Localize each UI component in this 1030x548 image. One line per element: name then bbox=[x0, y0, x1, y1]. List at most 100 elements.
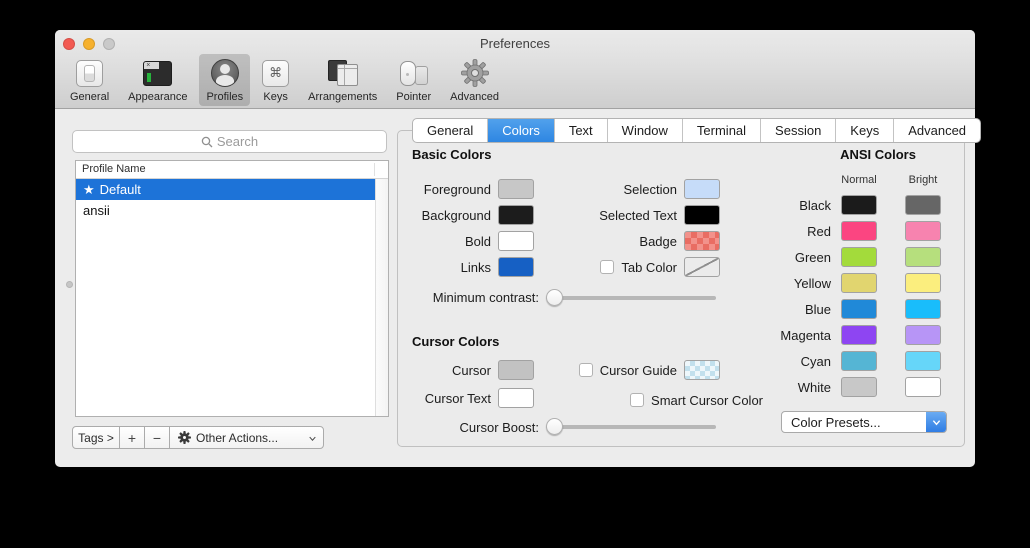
toolbar-item-advanced[interactable]: Advanced bbox=[443, 54, 506, 106]
ansi-yellow-normal-well[interactable] bbox=[841, 273, 877, 293]
star-icon: ★ bbox=[83, 182, 95, 198]
bold-row: Bold bbox=[412, 230, 534, 252]
minimum-contrast-label-row: Minimum contrast: bbox=[412, 286, 539, 308]
ansi-red-normal-well[interactable] bbox=[841, 221, 877, 241]
mouse-icon bbox=[400, 58, 428, 88]
profile-tabs: General Colors Text Window Terminal Sess… bbox=[412, 118, 981, 143]
badge-color-well[interactable] bbox=[684, 231, 720, 251]
command-key-icon: ⌘ bbox=[262, 58, 289, 88]
cursor-guide-checkbox[interactable] bbox=[579, 363, 593, 377]
search-icon bbox=[201, 136, 213, 148]
preferences-toolbar: General Appearance Profiles ⌘ Keys Arran… bbox=[63, 54, 506, 106]
cursor-text-row: Cursor Text bbox=[412, 387, 534, 409]
selection-color-well[interactable] bbox=[684, 179, 720, 199]
selected-text-color-well[interactable] bbox=[684, 205, 720, 225]
tab-terminal[interactable]: Terminal bbox=[682, 119, 760, 142]
minimum-contrast-slider[interactable] bbox=[546, 289, 716, 306]
profile-name: Default bbox=[100, 182, 141, 197]
chevron-down-icon bbox=[309, 435, 316, 442]
toolbar-item-appearance[interactable]: Appearance bbox=[121, 54, 194, 106]
tags-button[interactable]: Tags > bbox=[72, 426, 120, 449]
arrangements-icon bbox=[328, 58, 358, 88]
cursor-boost-label-row: Cursor Boost: bbox=[412, 416, 539, 438]
profile-row-default[interactable]: ★ Default bbox=[76, 179, 375, 200]
gear-icon bbox=[178, 431, 191, 444]
tab-color-well[interactable] bbox=[684, 257, 720, 277]
other-actions-dropdown[interactable]: Other Actions... bbox=[169, 426, 324, 449]
ansi-row-blue: Blue bbox=[751, 298, 941, 320]
background-color-well[interactable] bbox=[498, 205, 534, 225]
tab-color-row: Tab Color bbox=[578, 256, 720, 278]
color-presets-dropdown[interactable]: Color Presets... bbox=[781, 411, 947, 433]
ansi-cyan-bright-well[interactable] bbox=[905, 351, 941, 371]
ansi-black-normal-well[interactable] bbox=[841, 195, 877, 215]
ansi-row-magenta: Magenta bbox=[751, 324, 941, 346]
ansi-black-bright-well[interactable] bbox=[905, 195, 941, 215]
ansi-yellow-bright-well[interactable] bbox=[905, 273, 941, 293]
basic-colors-heading: Basic Colors bbox=[412, 147, 491, 162]
slider-track[interactable] bbox=[546, 296, 716, 300]
search-placeholder: Search bbox=[217, 134, 258, 149]
tab-text[interactable]: Text bbox=[554, 119, 607, 142]
foreground-color-well[interactable] bbox=[498, 179, 534, 199]
ansi-magenta-bright-well[interactable] bbox=[905, 325, 941, 345]
ansi-red-bright-well[interactable] bbox=[905, 221, 941, 241]
slider-knob[interactable] bbox=[546, 418, 563, 435]
tab-window[interactable]: Window bbox=[607, 119, 682, 142]
ansi-green-bright-well[interactable] bbox=[905, 247, 941, 267]
ansi-row-black: Black bbox=[751, 194, 941, 216]
remove-profile-button[interactable]: − bbox=[144, 426, 170, 449]
tab-advanced[interactable]: Advanced bbox=[893, 119, 980, 142]
cursor-boost-slider[interactable] bbox=[546, 418, 716, 435]
add-profile-button[interactable]: + bbox=[119, 426, 145, 449]
ansi-green-normal-well[interactable] bbox=[841, 247, 877, 267]
ansi-white-normal-well[interactable] bbox=[841, 377, 877, 397]
links-color-well[interactable] bbox=[498, 257, 534, 277]
ansi-row-green: Green bbox=[751, 246, 941, 268]
ansi-cyan-normal-well[interactable] bbox=[841, 351, 877, 371]
badge-row: Badge bbox=[578, 230, 720, 252]
cursor-text-color-well[interactable] bbox=[498, 388, 534, 408]
bold-color-well[interactable] bbox=[498, 231, 534, 251]
ansi-row-red: Red bbox=[751, 220, 941, 242]
pane-resize-dot[interactable] bbox=[66, 281, 73, 288]
tab-keys[interactable]: Keys bbox=[835, 119, 893, 142]
search-input[interactable]: Search bbox=[72, 130, 387, 153]
toolbar-item-profiles[interactable]: Profiles bbox=[199, 54, 250, 106]
ansi-row-yellow: Yellow bbox=[751, 272, 941, 294]
cursor-row: Cursor bbox=[412, 359, 534, 381]
toolbar-item-keys[interactable]: ⌘ Keys bbox=[255, 54, 296, 106]
tab-general[interactable]: General bbox=[413, 119, 487, 142]
toolbar-item-pointer[interactable]: Pointer bbox=[389, 54, 438, 106]
tab-colors[interactable]: Colors bbox=[487, 119, 554, 142]
links-row: Links bbox=[412, 256, 534, 278]
profile-list-scrollbar[interactable] bbox=[375, 179, 388, 416]
smart-cursor-row: Smart Cursor Color bbox=[578, 389, 763, 411]
profiles-icon bbox=[211, 58, 239, 88]
tab-session[interactable]: Session bbox=[760, 119, 835, 142]
profile-list-header[interactable]: Profile Name bbox=[76, 161, 388, 179]
cursor-guide-color-well[interactable] bbox=[684, 360, 720, 380]
window-chrome: Preferences General Appearance Profiles … bbox=[55, 30, 975, 109]
ansi-row-white: White bbox=[751, 376, 941, 398]
slider-track[interactable] bbox=[546, 425, 716, 429]
profile-name: ansii bbox=[83, 203, 110, 218]
general-icon bbox=[76, 58, 103, 88]
toolbar-item-general[interactable]: General bbox=[63, 54, 116, 106]
cursor-color-well[interactable] bbox=[498, 360, 534, 380]
tab-color-checkbox[interactable] bbox=[600, 260, 614, 274]
toolbar-item-arrangements[interactable]: Arrangements bbox=[301, 54, 384, 106]
slider-knob[interactable] bbox=[546, 289, 563, 306]
appearance-icon bbox=[143, 58, 172, 88]
selected-text-row: Selected Text bbox=[578, 204, 720, 226]
ansi-blue-bright-well[interactable] bbox=[905, 299, 941, 319]
window-title: Preferences bbox=[55, 36, 975, 51]
smart-cursor-checkbox[interactable] bbox=[630, 393, 644, 407]
ansi-magenta-normal-well[interactable] bbox=[841, 325, 877, 345]
ansi-blue-normal-well[interactable] bbox=[841, 299, 877, 319]
ansi-white-bright-well[interactable] bbox=[905, 377, 941, 397]
preferences-window: Preferences General Appearance Profiles … bbox=[55, 30, 975, 467]
profile-row-ansii[interactable]: ansii bbox=[76, 200, 375, 221]
foreground-row: Foreground bbox=[412, 178, 534, 200]
cursor-colors-heading: Cursor Colors bbox=[412, 334, 499, 349]
